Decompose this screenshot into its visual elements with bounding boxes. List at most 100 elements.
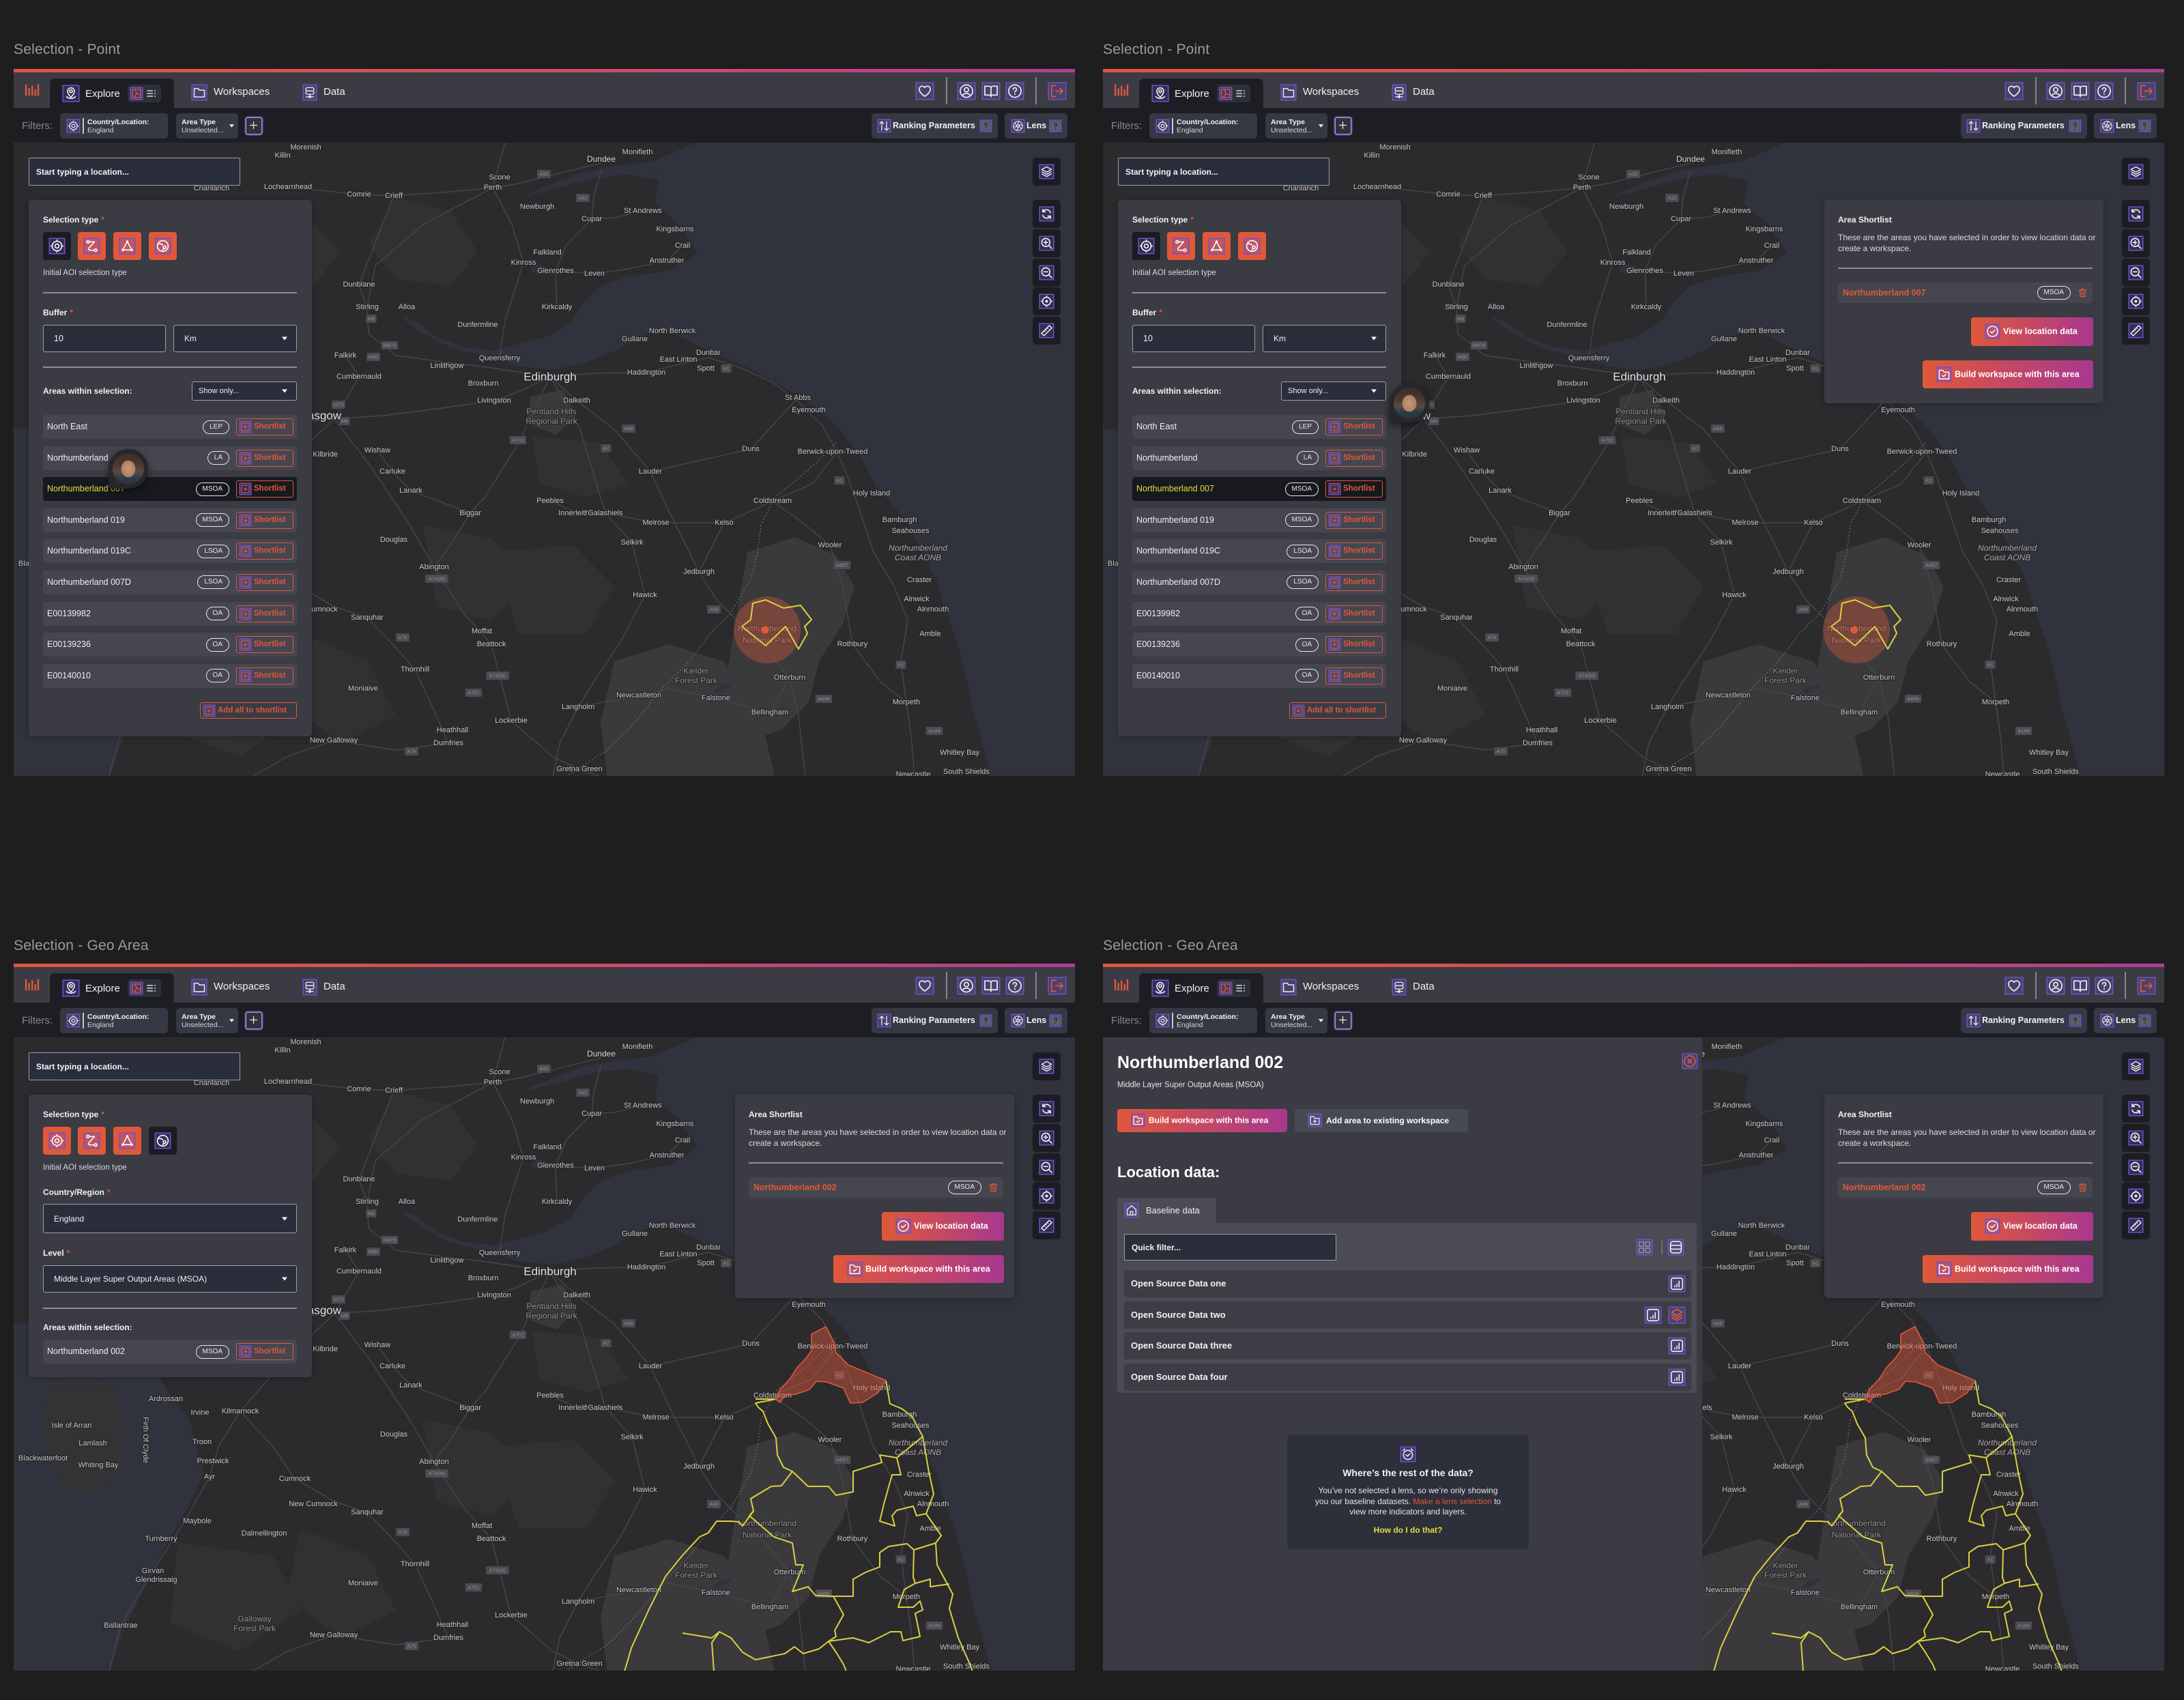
area-row[interactable]: Northumberland 007 MSOA Shortlist [1132, 477, 1386, 502]
map-layers-icon[interactable] [1669, 1307, 1684, 1323]
ranking-parameters-button[interactable]: Ranking Parameters [1961, 1008, 2087, 1033]
tab-workspaces[interactable]: Workspaces [192, 83, 270, 101]
selection-type-route-button[interactable] [78, 1127, 106, 1155]
country-location-filter[interactable]: Country/Location: England [60, 113, 168, 139]
area-row[interactable]: North East LEP Shortlist [1132, 415, 1386, 439]
area-row[interactable]: Northumberland LA Shortlist [1132, 446, 1386, 470]
show-only-select[interactable]: Show only... [1281, 381, 1386, 401]
area-row[interactable]: E00139982 OA Shortlist [43, 601, 297, 626]
area-row[interactable]: E00139982 OA Shortlist [1132, 601, 1386, 626]
area-row[interactable]: Northumberland 019C LSOA Shortlist [43, 539, 297, 564]
selection-type-polygon-button[interactable] [113, 1127, 141, 1155]
build-workspace-button[interactable]: Build workspace with this area [1923, 360, 2093, 388]
lens-button[interactable]: Lens [1005, 113, 1067, 139]
list-view-icon[interactable] [146, 88, 157, 99]
bar-chart-icon[interactable] [1669, 1338, 1684, 1353]
question-mark-icon[interactable] [981, 1015, 991, 1026]
question-mark-icon[interactable] [2140, 1015, 2150, 1026]
area-row[interactable]: Northumberland 002 MSOA Shortlist [43, 1340, 297, 1364]
area-row[interactable]: Northumberland 007D LSOA Shortlist [1132, 570, 1386, 594]
level-select[interactable]: Middle Layer Super Output Areas (MSOA) [43, 1265, 297, 1293]
view-location-data-button[interactable]: View location data [882, 1212, 1004, 1241]
tab-workspaces[interactable]: Workspaces [1282, 978, 1359, 996]
shortlist-button[interactable]: Shortlist [1325, 480, 1383, 498]
app-logo-icon[interactable] [1113, 977, 1130, 992]
ranking-parameters-button[interactable]: Ranking Parameters [872, 1008, 998, 1033]
map-view-icon[interactable] [131, 88, 142, 99]
book-guide-icon[interactable] [2072, 978, 2088, 994]
area-row[interactable]: E00139236 OA Shortlist [1132, 633, 1386, 657]
question-mark-icon[interactable] [1050, 1015, 1061, 1026]
bar-chart-icon[interactable] [1669, 1276, 1684, 1291]
area-row[interactable]: Northumberland LA Shortlist [43, 446, 297, 470]
shortlist-button[interactable]: Shortlist [1325, 511, 1383, 529]
build-workspace-button[interactable]: Build workspace with this area [1923, 1255, 2093, 1283]
tab-baseline-data[interactable]: Baseline data [1117, 1198, 1216, 1223]
tab-data[interactable]: Data [304, 83, 345, 101]
tab-explore[interactable]: Explore [1139, 973, 1263, 1003]
question-mark-icon[interactable] [2070, 1015, 2080, 1026]
dataset-row[interactable]: Open Source Data two [1124, 1301, 1691, 1329]
area-row[interactable]: Northumberland 019 MSOA Shortlist [1132, 508, 1386, 532]
favourites-heart-icon[interactable] [917, 83, 933, 99]
grid-view-icon[interactable] [1637, 1240, 1652, 1254]
country-location-filter[interactable]: Country/Location: England [60, 1008, 168, 1033]
tab-explore[interactable]: Explore [1139, 78, 1263, 108]
tab-data[interactable]: Data [1393, 978, 1435, 996]
favourites-heart-icon[interactable] [2006, 978, 2022, 994]
quick-filter-input[interactable] [1124, 1234, 1336, 1260]
country-location-filter[interactable]: Country/Location: England [1149, 1008, 1257, 1033]
country-region-select[interactable]: England [43, 1204, 297, 1233]
shortlist-button[interactable]: Shortlist [1325, 605, 1383, 622]
list-view-icon[interactable] [1235, 983, 1246, 994]
ranking-parameters-button[interactable]: Ranking Parameters [1961, 113, 2087, 139]
shortlist-button[interactable]: Shortlist [236, 1343, 293, 1360]
favourites-heart-icon[interactable] [2006, 83, 2022, 99]
shortlisted-area-row[interactable]: Northumberland 007 MSOA [1838, 283, 2093, 303]
tab-workspaces[interactable]: Workspaces [1282, 83, 1359, 101]
shortlist-button[interactable]: Shortlist [236, 511, 293, 529]
lens-button[interactable]: Lens [2094, 1008, 2157, 1033]
help-icon[interactable] [2096, 83, 2112, 99]
tab-explore[interactable]: Explore [50, 973, 174, 1003]
map-view-icon[interactable] [131, 983, 142, 994]
shortlist-button[interactable]: Shortlist [236, 636, 293, 654]
add-filter-button[interactable] [246, 117, 262, 134]
build-workspace-button[interactable]: Build workspace with this area [1117, 1109, 1287, 1132]
user-profile-icon[interactable] [2048, 978, 2064, 994]
buffer-unit-select[interactable]: Km [1263, 325, 1386, 352]
question-mark-icon[interactable] [981, 121, 991, 131]
add-all-to-shortlist-button[interactable]: Add all to shortlist [1289, 702, 1386, 719]
tab-data[interactable]: Data [304, 978, 345, 996]
trash-icon[interactable] [2078, 287, 2088, 298]
area-row[interactable]: Northumberland 007 MSOA Shortlist [43, 477, 297, 502]
logout-icon[interactable] [1049, 83, 1065, 99]
shortlist-button[interactable]: Shortlist [236, 605, 293, 622]
book-guide-icon[interactable] [2072, 83, 2088, 99]
selection-type-geo-area-button[interactable] [149, 1127, 177, 1155]
area-type-filter[interactable]: Area Type Unselected... [176, 113, 238, 139]
dataset-row[interactable]: Open Source Data four [1124, 1363, 1691, 1391]
trash-icon[interactable] [988, 1182, 998, 1193]
show-only-select[interactable]: Show only... [192, 381, 297, 401]
buffer-value-input[interactable] [44, 326, 165, 351]
selection-type-point-button[interactable] [43, 1127, 71, 1155]
question-mark-icon[interactable] [1050, 121, 1061, 131]
selection-type-polygon-button[interactable] [113, 232, 141, 260]
build-workspace-button[interactable]: Build workspace with this area [833, 1255, 1004, 1283]
bar-chart-icon[interactable] [1646, 1307, 1661, 1323]
area-row[interactable]: Northumberland 007D LSOA Shortlist [43, 570, 297, 594]
lens-button[interactable]: Lens [1005, 1008, 1067, 1033]
question-mark-icon[interactable] [2140, 121, 2150, 131]
favourites-heart-icon[interactable] [917, 978, 933, 994]
book-guide-icon[interactable] [983, 83, 999, 99]
selection-type-point-button[interactable] [1132, 232, 1160, 260]
area-type-filter[interactable]: Area Type Unselected... [1265, 113, 1327, 139]
user-profile-icon[interactable] [2048, 83, 2064, 99]
buffer-value-input[interactable] [1133, 326, 1254, 351]
bar-chart-icon[interactable] [1669, 1369, 1684, 1385]
area-row[interactable]: Northumberland 019C LSOA Shortlist [1132, 539, 1386, 564]
lens-selection-link[interactable]: Make a lens selection [1413, 1497, 1491, 1506]
shortlist-button[interactable]: Shortlist [1325, 573, 1383, 591]
shortlist-button[interactable]: Shortlist [236, 418, 293, 435]
